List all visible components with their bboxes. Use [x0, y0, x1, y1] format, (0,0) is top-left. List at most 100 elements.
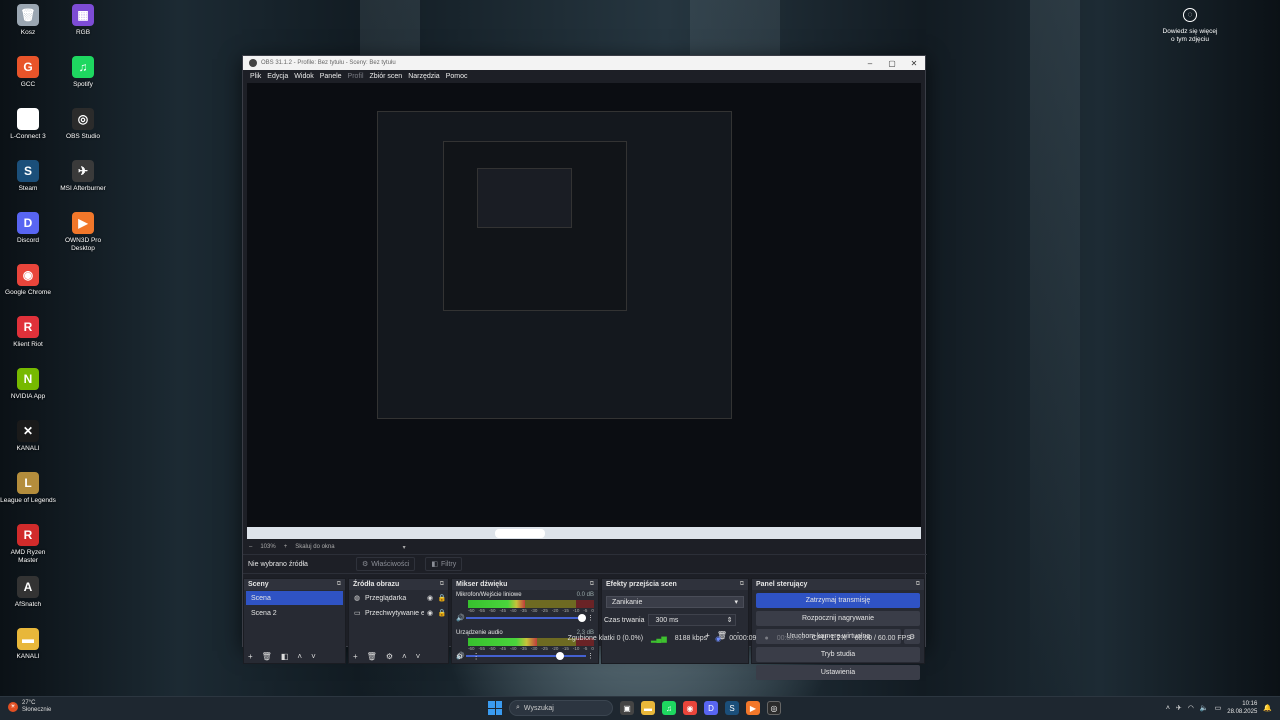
minimize-icon[interactable]: – — [859, 59, 881, 68]
scale-tick: -30 — [530, 608, 538, 613]
volume-icon[interactable]: 🔈 — [1200, 704, 1209, 712]
tray-app-icon[interactable]: ✈ — [1176, 704, 1182, 712]
battery-icon[interactable]: ▭ — [1215, 704, 1222, 712]
desktop-icon[interactable]: ✈ MSI Afterburner — [55, 160, 111, 193]
source-properties-button[interactable]: ⚙ — [386, 652, 393, 661]
studio-mode-button[interactable]: Tryb studia — [756, 647, 920, 662]
add-scene-button[interactable]: + — [248, 652, 253, 661]
volume-slider[interactable] — [466, 652, 586, 660]
menu-item[interactable]: Edycja — [267, 73, 288, 80]
taskbar-search[interactable]: ⌕ Wyszukaj — [509, 700, 613, 716]
desktop-icon[interactable]: A AfSnatch — [0, 576, 56, 609]
file-explorer-icon[interactable]: ▬ — [641, 701, 655, 715]
more-icon[interactable]: ⋮ — [472, 652, 480, 661]
more-icon[interactable]: ⋮ — [586, 652, 594, 660]
more-icon[interactable]: ⋮ — [586, 614, 594, 622]
obs-titlebar[interactable]: OBS 31.1.2 - Profile: Bez tytułu - Sceny… — [243, 56, 925, 70]
scene-item[interactable]: Scena — [246, 591, 343, 605]
weather-desc: Słonecznie — [22, 707, 52, 713]
source-item[interactable]: ▭ Przechwytywanie ekranu◉🔒 — [349, 606, 448, 620]
menu-item[interactable]: Profil — [348, 73, 364, 80]
lock-icon[interactable]: 🔒 — [436, 594, 448, 602]
zoom-mode[interactable]: Skaluj do okna — [295, 544, 334, 550]
scale-tick: -55 — [478, 646, 485, 651]
program-preview[interactable] — [247, 83, 921, 539]
eye-icon[interactable]: ◉ — [424, 594, 436, 602]
sources-header: Źródła obrazu ⧉ — [349, 579, 448, 590]
undock-icon[interactable]: ⧉ — [440, 581, 444, 588]
chevron-up-icon[interactable]: ˄ — [1166, 705, 1170, 712]
remove-source-button[interactable]: 🗑 — [367, 652, 377, 661]
speaker-icon[interactable]: 🔊 — [456, 614, 466, 622]
desktop-icon[interactable]: ◎ OBS Studio — [55, 108, 111, 141]
filters-button[interactable]: ◧ Filtry — [425, 557, 463, 571]
move-down-button[interactable]: ˅ — [311, 652, 316, 661]
chevron-down-icon[interactable]: ▾ — [403, 544, 406, 551]
advanced-audio-icon[interactable]: ⚙ — [456, 652, 463, 661]
desktop-icon[interactable]: ✕ KANALI — [0, 420, 56, 453]
desktop-icon[interactable]: R AMD Ryzen Master — [0, 524, 56, 565]
spin-icon[interactable]: ⇕ — [727, 616, 733, 624]
desktop-icon[interactable]: ♫ Spotify — [55, 56, 111, 89]
properties-button[interactable]: ⚙ Właściwości — [356, 557, 416, 571]
menu-item[interactable]: Narzędzia — [408, 73, 440, 80]
lock-icon[interactable]: 🔒 — [436, 609, 448, 617]
start-button[interactable] — [488, 701, 502, 715]
menu-item[interactable]: Pomoc — [446, 73, 468, 80]
desktop-icon[interactable]: L L-Connect 3 — [0, 108, 56, 141]
menu-item[interactable]: Zbiór scen — [370, 73, 403, 80]
add-source-button[interactable]: + — [353, 652, 358, 661]
zoom-out-button[interactable]: – — [249, 544, 252, 550]
undock-icon[interactable]: ⧉ — [590, 581, 594, 588]
start-record-button[interactable]: Rozpocznij nagrywanie — [756, 611, 920, 626]
eye-icon[interactable]: ◉ — [424, 609, 436, 617]
undock-icon[interactable]: ⧉ — [337, 581, 341, 588]
desktop-icon[interactable]: N NVIDIA App — [0, 368, 56, 401]
menu-item[interactable]: Panele — [320, 73, 342, 80]
move-down-button[interactable]: ˅ — [416, 652, 421, 661]
zoom-in-button[interactable]: + — [284, 544, 288, 550]
spotlight-info[interactable]: ◌ Dowiedz się więcej o tym zdjęciu — [1160, 6, 1220, 44]
desktop-icon[interactable]: R Klient Riot — [0, 316, 56, 349]
source-item[interactable]: ◍ Przeglądarka ◉ 🔒 — [349, 591, 448, 605]
spotify-taskbar-icon[interactable]: ♫ — [662, 701, 676, 715]
obs-taskbar-icon[interactable]: ◎ — [767, 701, 781, 715]
notifications-icon[interactable]: 🔔 — [1263, 704, 1272, 712]
own3d-taskbar-icon[interactable]: ▶ — [746, 701, 760, 715]
move-up-button[interactable]: ˄ — [402, 652, 407, 661]
undock-icon[interactable]: ⧉ — [740, 581, 744, 588]
weather-widget[interactable]: ☀ 27°C Słonecznie — [8, 700, 51, 714]
chrome-taskbar-icon[interactable]: ◉ — [683, 701, 697, 715]
duration-row: Czas trwania 300 ms ⇕ — [604, 614, 744, 626]
desktop-icon[interactable]: G GCC — [0, 56, 56, 89]
transition-select[interactable]: Zanikanie ▾ — [606, 596, 744, 608]
desktop-icon[interactable]: ▶ OWN3D Pro Desktop — [55, 212, 111, 253]
steam-taskbar-icon[interactable]: S — [725, 701, 739, 715]
desktop-icon[interactable]: 🗑 Kosz — [0, 4, 56, 37]
desktop-icon[interactable]: D Discord — [0, 212, 56, 245]
clock[interactable]: 10:16 28.08.2025 — [1227, 700, 1257, 716]
wifi-icon[interactable]: ◠ — [1188, 704, 1194, 712]
desktop-icon[interactable]: L League of Legends — [0, 472, 56, 505]
undock-icon[interactable]: ⧉ — [916, 581, 920, 588]
remove-scene-button[interactable]: 🗑 — [262, 652, 272, 661]
duration-input[interactable]: 300 ms ⇕ — [648, 614, 737, 626]
move-up-button[interactable]: ˄ — [297, 652, 302, 661]
menu-item[interactable]: Widok — [294, 73, 313, 80]
maximize-icon[interactable]: ▢ — [881, 59, 903, 68]
desktop-icon[interactable]: ◉ Google Chrome — [0, 264, 56, 297]
menu-item[interactable]: Plik — [250, 73, 261, 80]
task-view-icon[interactable]: ▣ — [620, 701, 634, 715]
settings-button[interactable]: Ustawienia — [756, 665, 920, 680]
desktop-icon[interactable]: ▦ RGB — [55, 4, 111, 37]
recycle-bin-icon: 🗑 — [17, 4, 39, 26]
stop-stream-button[interactable]: Zatrzymaj transmisję — [756, 593, 920, 608]
scene-item[interactable]: Scena 2 — [246, 606, 343, 620]
volume-slider[interactable] — [466, 614, 586, 622]
discord-taskbar-icon[interactable]: D — [704, 701, 718, 715]
scene-filters-button[interactable]: ◧ — [281, 652, 289, 661]
close-icon[interactable]: ✕ — [903, 59, 925, 68]
desktop-icon[interactable]: ▬ KANALI — [0, 628, 56, 661]
desktop-icon-label: RGB — [75, 29, 91, 36]
desktop-icon[interactable]: S Steam — [0, 160, 56, 193]
